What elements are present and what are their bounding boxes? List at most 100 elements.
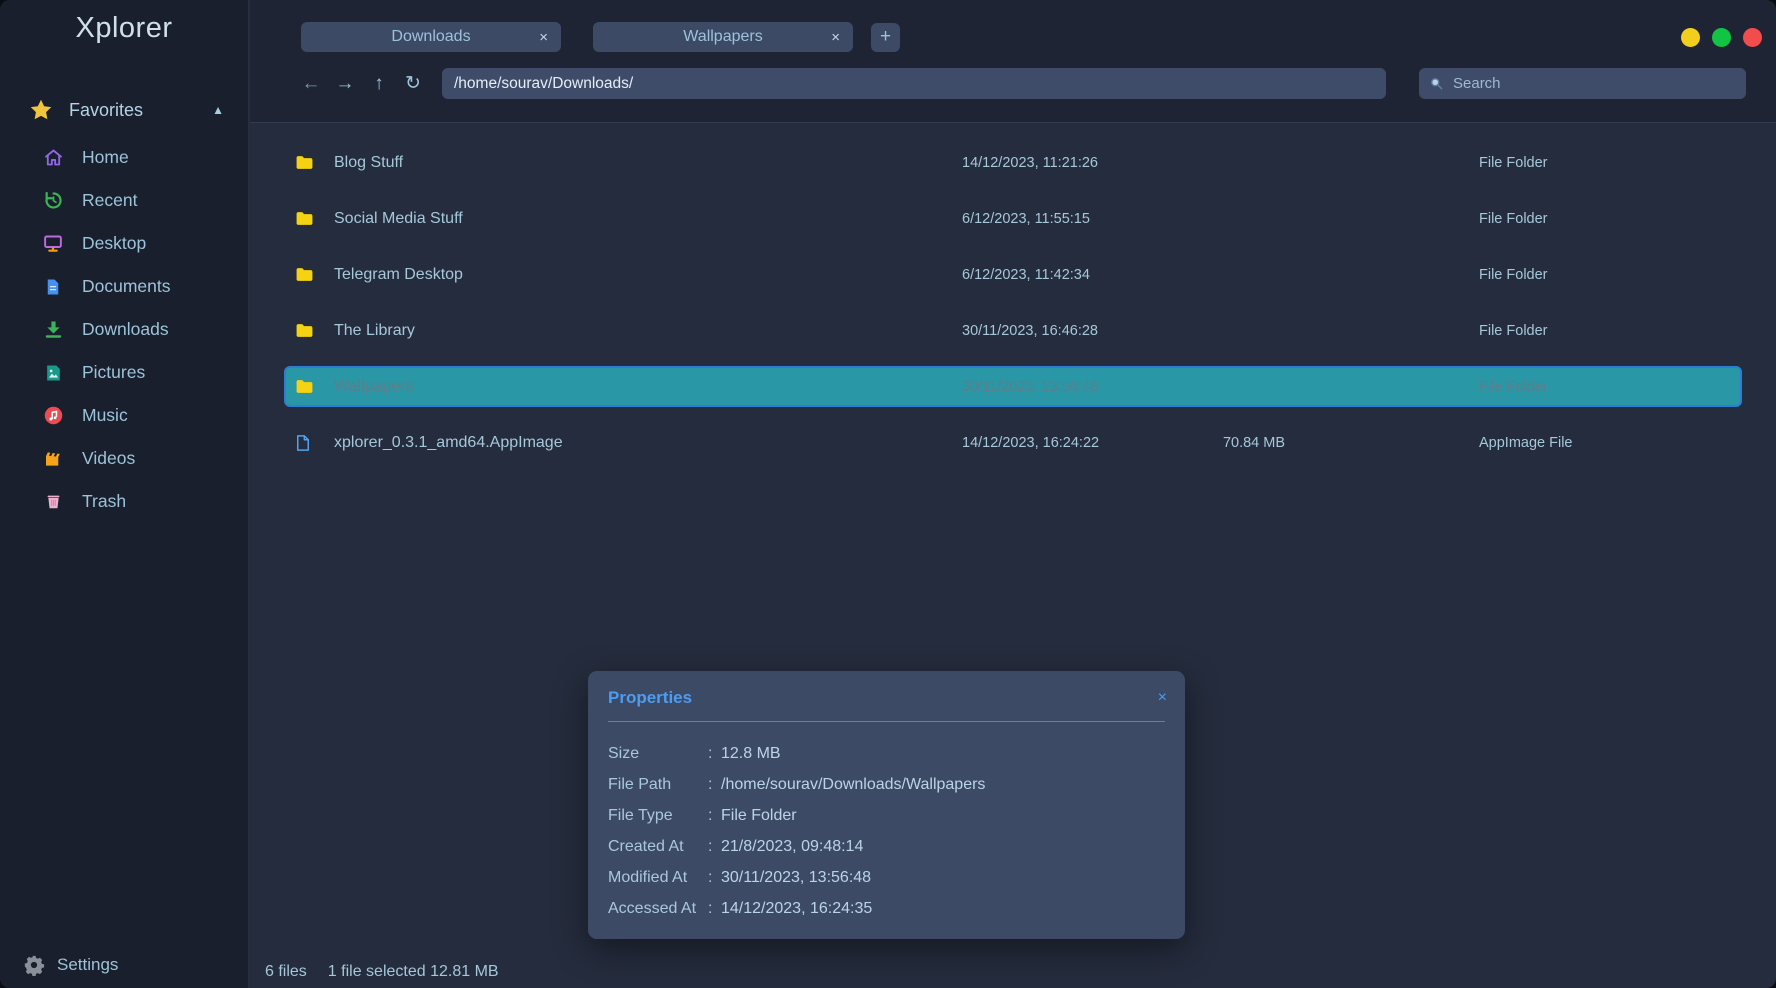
file-row-wallpapers[interactable]: Wallpapers30/11/2023, 13:56:48File Folde… (284, 366, 1742, 407)
file-size: 70.84 MB (1154, 435, 1354, 451)
file-name: Telegram Desktop (334, 266, 962, 284)
tab-wallpapers[interactable]: Wallpapers × (593, 22, 853, 52)
status-selection-info: 1 file selected 12.81 MB (328, 963, 499, 981)
minimize-button[interactable] (1681, 28, 1700, 47)
favorites-label: Favorites (69, 100, 143, 121)
property-separator: : (708, 838, 721, 856)
navigation-row: ← → ↑ ↻ (250, 68, 1776, 99)
folder-icon (294, 265, 316, 284)
gear-icon (22, 954, 46, 976)
file-list: Blog Stuff14/12/2023, 11:21:26File Folde… (250, 124, 1776, 463)
new-tab-button[interactable]: + (871, 23, 900, 52)
file-modified-date: 30/11/2023, 16:46:28 (962, 323, 1154, 339)
sidebar-item-label: Desktop (82, 233, 146, 254)
properties-dialog-header: Properties × (588, 671, 1185, 708)
property-value: /home/sourav/Downloads/Wallpapers (721, 776, 985, 794)
up-button[interactable]: ↑ (365, 68, 393, 99)
videos-icon (41, 449, 65, 469)
file-icon (294, 433, 316, 453)
tab-downloads[interactable]: Downloads× (301, 22, 561, 52)
downloads-icon (41, 319, 65, 340)
sidebar-item-desktop[interactable]: Desktop (0, 222, 248, 265)
home-icon (41, 147, 65, 168)
folder-icon (294, 377, 316, 396)
property-separator: : (708, 869, 721, 887)
trash-icon (41, 491, 65, 512)
folder-icon (294, 321, 316, 340)
sidebar-item-label: Videos (82, 448, 135, 469)
status-bar: 6 files 1 file selected 12.81 MB (250, 956, 499, 988)
nav-buttons: ← → ↑ ↻ (297, 68, 427, 99)
desktop-icon (41, 233, 65, 254)
sidebar-item-home[interactable]: Home (0, 136, 248, 179)
sidebar-item-trash[interactable]: Trash (0, 480, 248, 523)
file-type: File Folder (1479, 379, 1732, 395)
file-modified-date: 14/12/2023, 16:24:22 (962, 435, 1154, 451)
file-row-xplorer-0-3-1-amd64-appimage[interactable]: xplorer_0.3.1_amd64.AppImage14/12/2023, … (284, 422, 1742, 463)
file-row-the-library[interactable]: The Library30/11/2023, 16:46:28 File Fold… (284, 310, 1742, 351)
file-type: File Folder (1479, 323, 1732, 339)
file-name: Social Media Stuff (334, 210, 962, 228)
property-value: 21/8/2023, 09:48:14 (721, 838, 863, 856)
settings-button[interactable]: Settings (22, 954, 118, 976)
up-arrow-icon: ↑ (374, 73, 384, 95)
tab-close-icon[interactable]: × (539, 29, 548, 46)
music-icon (41, 405, 65, 426)
property-value: 12.8 MB (721, 745, 781, 763)
tab-close-icon[interactable]: × (831, 29, 840, 46)
properties-dialog: Properties × Size:12.8 MBFile Path:/home… (588, 671, 1185, 939)
search-icon (1429, 76, 1444, 91)
dialog-close-icon[interactable]: × (1158, 689, 1167, 707)
property-value: File Folder (721, 807, 797, 825)
tab-label: Wallpapers (683, 28, 762, 46)
refresh-button[interactable]: ↻ (399, 68, 427, 99)
maximize-button[interactable] (1712, 28, 1731, 47)
property-row-size: Size:12.8 MB (608, 738, 1165, 769)
property-row-file-type: File Type:File Folder (608, 800, 1165, 831)
sidebar-item-label: Downloads (82, 319, 169, 340)
back-button[interactable]: ← (297, 68, 325, 99)
sidebar-item-downloads[interactable]: Downloads (0, 308, 248, 351)
path-input[interactable] (442, 68, 1386, 99)
close-button[interactable] (1743, 28, 1762, 47)
property-separator: : (708, 807, 721, 825)
sidebar-item-pictures[interactable]: Pictures (0, 351, 248, 394)
sidebar-item-music[interactable]: Music (0, 394, 248, 437)
file-type: File Folder (1479, 211, 1732, 227)
documents-icon (41, 277, 65, 297)
property-separator: : (708, 900, 721, 918)
property-row-accessed-at: Accessed At:14/12/2023, 16:24:35 (608, 893, 1165, 924)
sidebar: Xplorer Favorites ▲ HomeRecentDesktopDoc… (0, 0, 249, 988)
sidebar-item-label: Recent (82, 190, 137, 211)
recent-icon (41, 190, 65, 211)
forward-arrow-icon: → (336, 73, 355, 95)
property-label: Created At (608, 838, 708, 856)
sidebar-item-recent[interactable]: Recent (0, 179, 248, 222)
sidebar-item-label: Pictures (82, 362, 145, 383)
file-row-social-media-stuff[interactable]: Social Media Stuff6/12/2023, 11:55:15Fil… (284, 198, 1742, 239)
file-name: xplorer_0.3.1_amd64.AppImage (334, 434, 962, 452)
property-row-file-path: File Path:/home/sourav/Downloads/Wallpap… (608, 769, 1165, 800)
folder-icon (294, 209, 316, 228)
property-separator: : (708, 745, 721, 763)
forward-button[interactable]: → (331, 68, 359, 99)
file-row-telegram-desktop[interactable]: Telegram Desktop6/12/2023, 11:42:34File … (284, 254, 1742, 295)
file-row-blog-stuff[interactable]: Blog Stuff14/12/2023, 11:21:26File Folde… (284, 142, 1742, 183)
collapse-arrow-icon[interactable]: ▲ (212, 103, 224, 117)
status-files-count: 6 files (265, 963, 307, 981)
tab-bar: Downloads× Wallpapers × + (301, 22, 900, 52)
sidebar-item-documents[interactable]: Documents (0, 265, 248, 308)
property-label: Modified At (608, 869, 708, 887)
file-type: File Folder (1479, 267, 1732, 283)
property-label: Accessed At (608, 900, 708, 918)
window-controls (1681, 28, 1762, 47)
sidebar-item-label: Documents (82, 276, 171, 297)
search-box[interactable] (1419, 68, 1746, 99)
favorites-header[interactable]: Favorites ▲ (28, 94, 224, 126)
file-name: The Library (334, 322, 962, 340)
folder-icon (294, 153, 316, 172)
star-icon (28, 97, 54, 123)
search-input[interactable] (1451, 74, 1736, 93)
refresh-icon: ↻ (405, 72, 421, 95)
sidebar-item-videos[interactable]: Videos (0, 437, 248, 480)
